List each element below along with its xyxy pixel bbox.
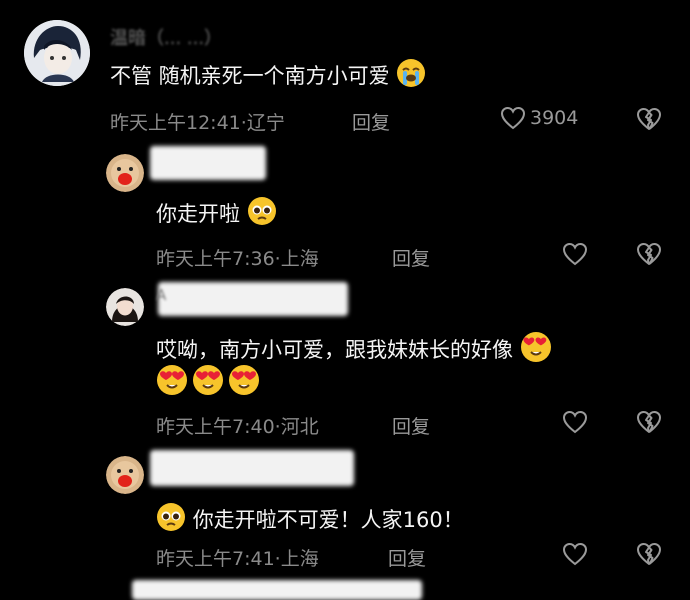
like-button[interactable] — [562, 542, 588, 570]
comment-meta: 昨天上午7:41·上海 — [156, 544, 319, 571]
username-redacted — [158, 282, 348, 316]
reply-button[interactable]: 回复 — [352, 108, 390, 135]
like-button[interactable]: 3904 — [500, 106, 578, 130]
dislike-button[interactable] — [636, 242, 662, 270]
location: 河北 — [280, 416, 319, 438]
comment-text-content: 哎呦，南方小可爱，跟我妹妹长的好像 — [156, 338, 513, 362]
comment-meta: 昨天上午12:41·辽宁 — [110, 108, 285, 135]
dislike-button[interactable] — [636, 107, 662, 135]
timestamp: 昨天上午12:41 — [110, 112, 241, 134]
avatar[interactable] — [106, 456, 144, 494]
avatar[interactable] — [24, 20, 90, 86]
comment-text-content: 你走开啦 — [156, 202, 240, 226]
pleading-emoji-icon — [247, 196, 277, 234]
comment-text-content: 不管 随机亲死一个南方小可爱 — [110, 64, 390, 88]
heart-eyes-emoji-icon — [229, 365, 259, 395]
dislike-button[interactable] — [636, 410, 662, 438]
like-count: 3904 — [530, 107, 579, 129]
emoji-row — [156, 364, 260, 396]
heart-icon — [562, 542, 588, 566]
avatar[interactable] — [106, 154, 144, 192]
timestamp: 昨天上午7:41 — [156, 548, 275, 570]
like-button[interactable] — [562, 410, 588, 438]
timestamp: 昨天上午7:40 — [156, 416, 275, 438]
next-comment-redacted — [132, 580, 422, 600]
broken-heart-icon — [637, 543, 661, 565]
broken-heart-icon — [637, 411, 661, 433]
broken-heart-icon — [637, 108, 661, 130]
reply-button[interactable]: 回复 — [388, 544, 426, 571]
username-redacted — [150, 450, 354, 486]
heart-eyes-emoji-icon — [157, 365, 187, 395]
username[interactable]: A — [156, 286, 166, 304]
broken-heart-icon — [637, 243, 661, 265]
avatar[interactable] — [106, 288, 144, 326]
comment-text: 你走开啦不可爱！人家160！ — [156, 502, 464, 540]
comment-text-content: 你走开啦不可爱！人家160！ — [192, 508, 464, 532]
avatar-image-icon — [106, 288, 144, 326]
username[interactable]: 温暗（... ...） — [110, 24, 222, 50]
location: 辽宁 — [246, 112, 285, 134]
heart-eyes-emoji-icon — [520, 331, 552, 371]
comment-meta: 昨天上午7:36·上海 — [156, 244, 319, 271]
avatar-image-icon — [24, 20, 90, 86]
dislike-button[interactable] — [636, 542, 662, 570]
heart-icon — [562, 242, 588, 266]
comment-text: 不管 随机亲死一个南方小可爱 — [110, 58, 426, 96]
location: 上海 — [280, 548, 319, 570]
heart-icon — [562, 410, 588, 434]
like-button[interactable] — [562, 242, 588, 270]
timestamp: 昨天上午7:36 — [156, 248, 275, 270]
reply-button[interactable]: 回复 — [392, 412, 430, 439]
comment-meta: 昨天上午7:40·河北 — [156, 412, 319, 439]
reply-button[interactable]: 回复 — [392, 244, 430, 271]
pleading-emoji-icon — [156, 502, 186, 540]
heart-eyes-emoji-icon — [193, 365, 223, 395]
username-redacted — [150, 146, 266, 180]
crying-emoji-icon — [396, 58, 426, 96]
heart-icon — [500, 106, 526, 130]
avatar-image-icon — [106, 154, 144, 192]
comment-text: 你走开啦 — [156, 196, 277, 234]
avatar-image-icon — [106, 456, 144, 494]
location: 上海 — [280, 248, 319, 270]
